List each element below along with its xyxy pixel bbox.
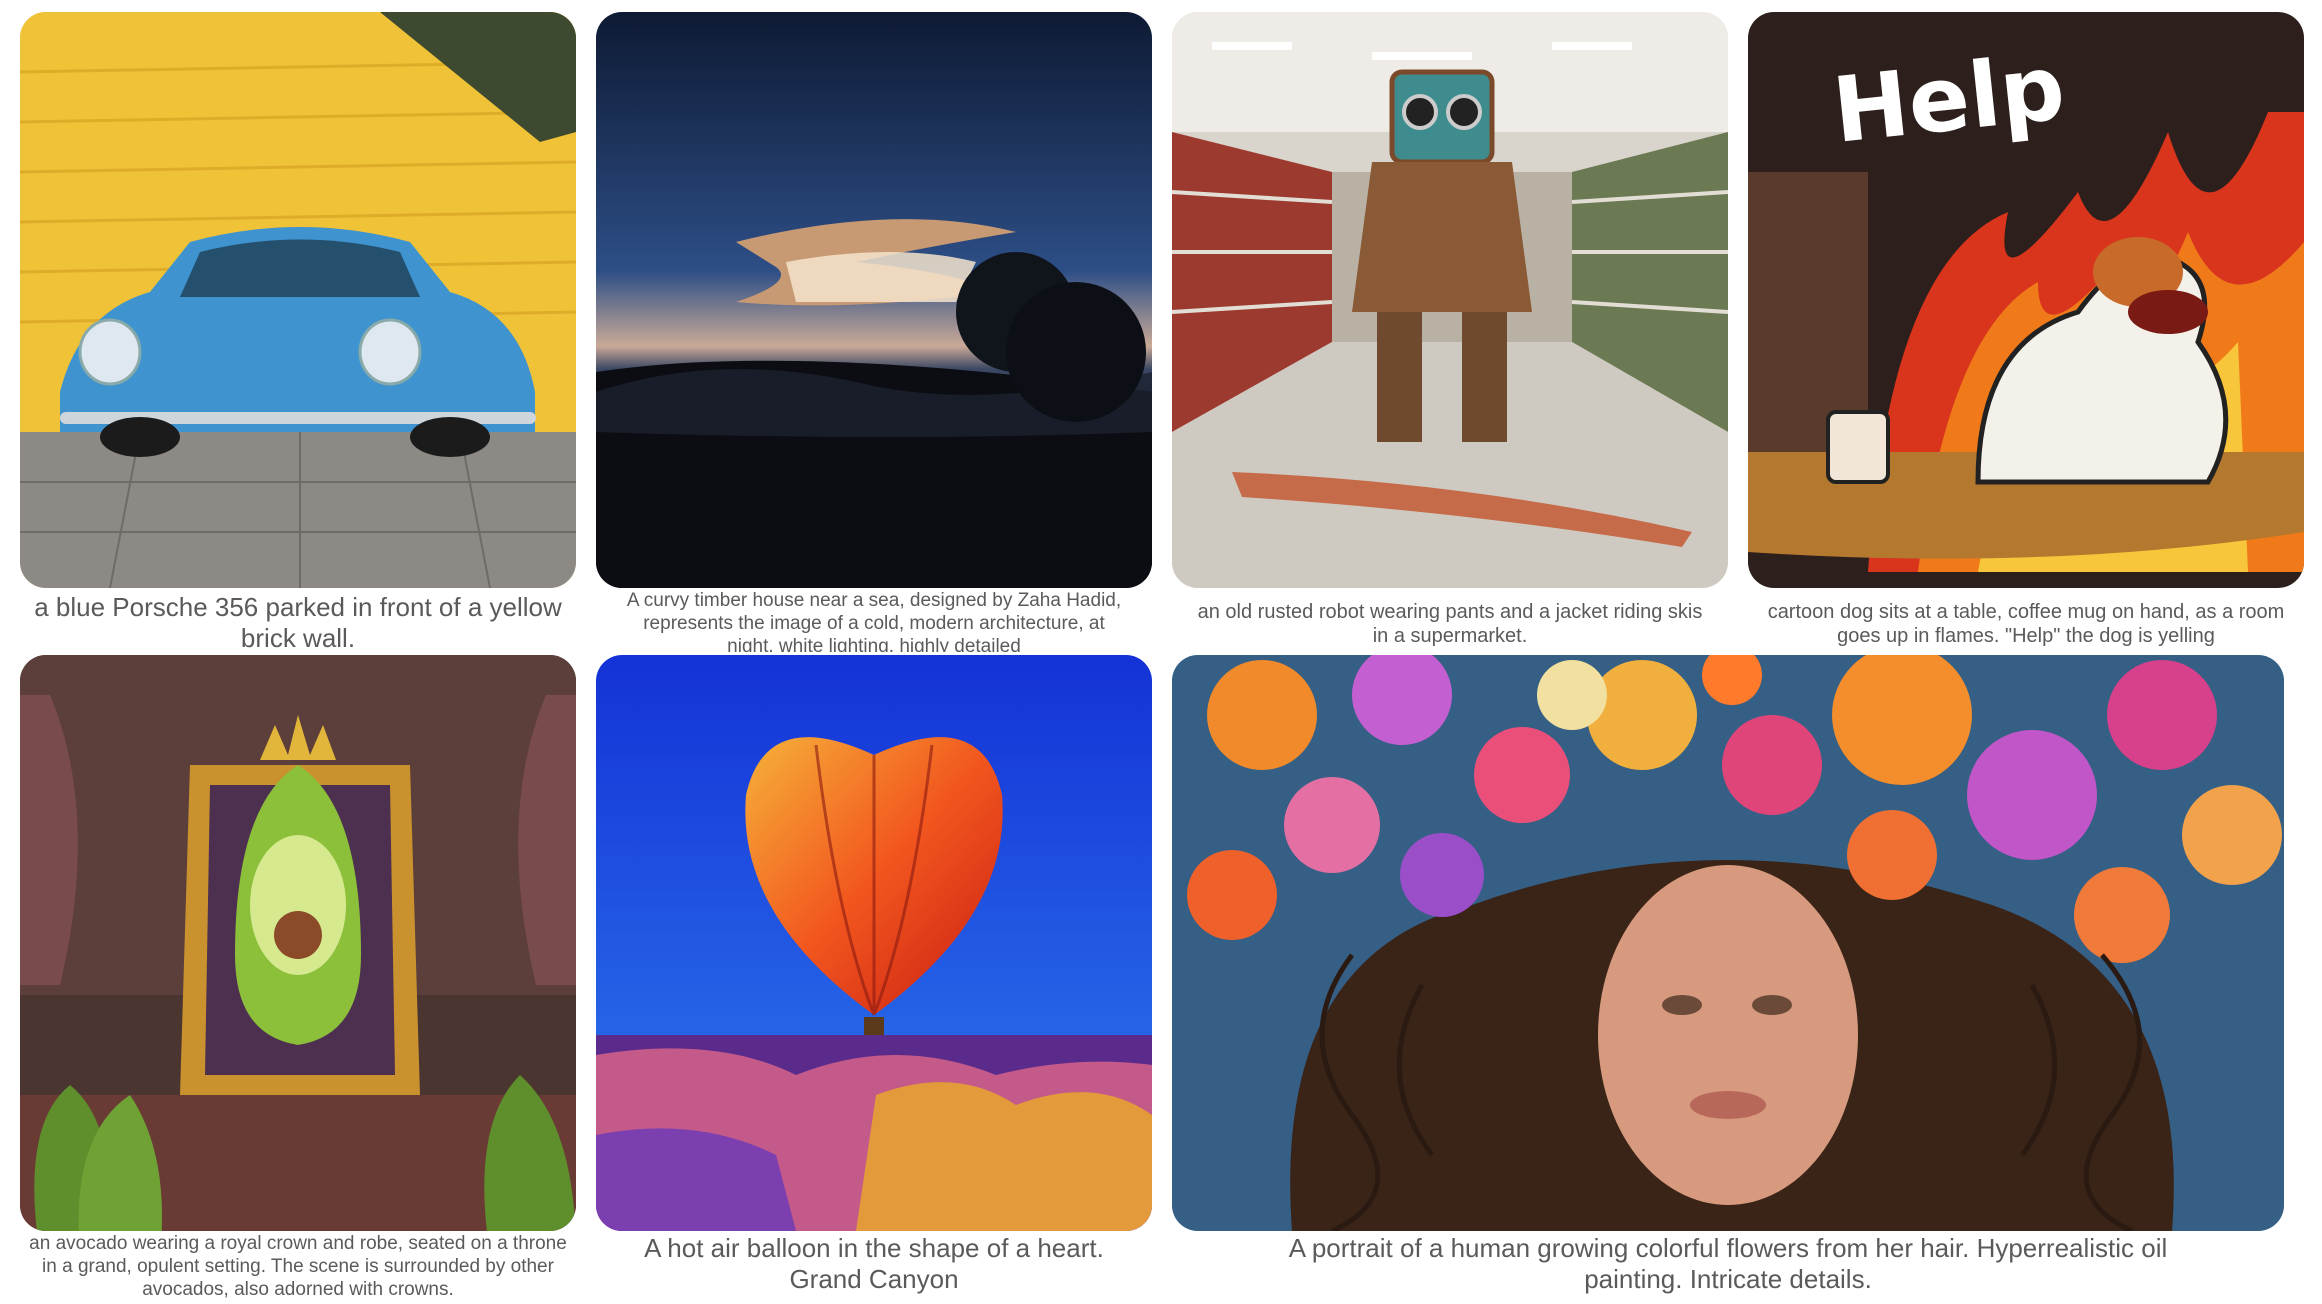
- flower-portrait-caption: A portrait of a human growing colorful f…: [1288, 1233, 2168, 1295]
- gallery-card-cartoon-dog: Help cartoon dog sits at a table, coffee…: [1748, 12, 2304, 652]
- avocado-image[interactable]: [20, 655, 576, 1231]
- cartoon-dog-caption: cartoon dog sits at a table, coffee mug …: [1767, 601, 2285, 647]
- robot-image[interactable]: [1172, 12, 1728, 588]
- gallery-card-porsche: a blue Porsche 356 parked in front of a …: [20, 12, 576, 654]
- avocado-caption: an avocado wearing a royal crown and rob…: [29, 1233, 567, 1300]
- porsche-image[interactable]: [20, 12, 576, 588]
- gallery-card-timber-house: A curvy timber house near a sea, designe…: [596, 12, 1152, 652]
- gallery-card-avocado: an avocado wearing a royal crown and rob…: [20, 655, 576, 1304]
- timber-house-caption: A curvy timber house near a sea, designe…: [626, 590, 1122, 652]
- gallery-card-heart-balloon: A hot air balloon in the shape of a hear…: [596, 655, 1152, 1304]
- cartoon-dog-image[interactable]: Help: [1748, 12, 2304, 588]
- robot-caption: an old rusted robot wearing pants and a …: [1197, 601, 1703, 647]
- heart-balloon-image[interactable]: [596, 655, 1152, 1231]
- porsche-caption: a blue Porsche 356 parked in front of a …: [34, 592, 562, 654]
- flower-portrait-image[interactable]: [1172, 655, 2284, 1231]
- heart-balloon-caption: A hot air balloon in the shape of a hear…: [644, 1233, 1104, 1295]
- gallery-card-flower-portrait: A portrait of a human growing colorful f…: [1172, 655, 2284, 1304]
- gallery-card-robot: an old rusted robot wearing pants and a …: [1172, 12, 1728, 652]
- timber-house-image[interactable]: [596, 12, 1152, 588]
